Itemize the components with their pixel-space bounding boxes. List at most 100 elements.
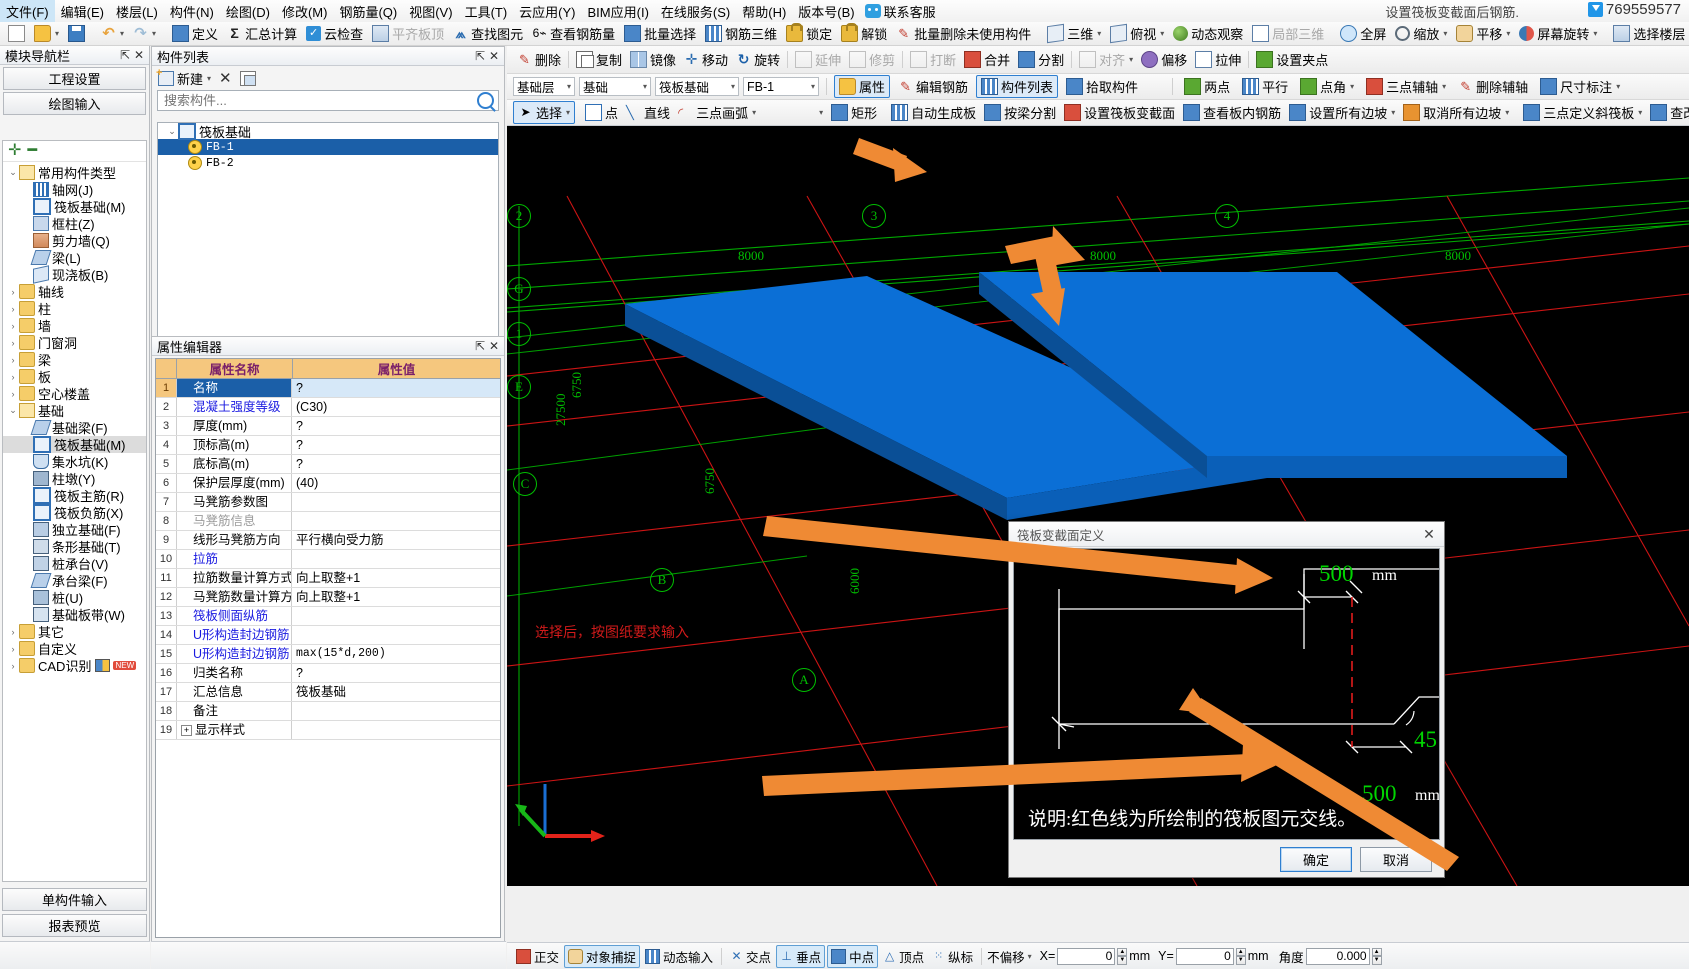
select-floor-button[interactable]: 选择楼层 [1609, 23, 1689, 44]
chevron-right-icon[interactable]: › [7, 644, 19, 654]
nav-tree-item[interactable]: › 其它 [3, 623, 146, 640]
property-row[interactable]: 10 拉筋 [156, 550, 500, 569]
nav-tree-item[interactable]: › 墙 [3, 317, 146, 334]
chevron-down-icon[interactable]: ⌄ [166, 126, 178, 137]
property-row[interactable]: 15 U形构造封边钢筋 max(15*d,200) [156, 645, 500, 664]
redo-button[interactable]: ↷ ▾ [129, 25, 160, 42]
batch-delete-unused-button[interactable]: ✎ 批量删除未使用构件 [892, 23, 1035, 44]
nav-tree-item[interactable]: › CAD识别 NEW [3, 657, 146, 674]
trim-button[interactable]: 修剪 [845, 49, 899, 70]
break-button[interactable]: 打断 [906, 49, 960, 70]
merge-button[interactable]: 合并 [960, 49, 1014, 70]
property-value-cell[interactable] [292, 607, 500, 625]
property-value-cell[interactable]: (40) [292, 474, 500, 492]
cloud-check-button[interactable]: ✓ 云检查 [302, 23, 367, 44]
arc-tool-button[interactable]: ◜ 三点画弧 ▾ [674, 102, 760, 123]
unlock-button[interactable]: 解锁 [837, 23, 891, 44]
chevron-down-icon[interactable]: ⌄ [7, 405, 19, 416]
property-value-cell[interactable] [292, 721, 500, 739]
nav-tree-item[interactable]: 柱墩(Y) [3, 470, 146, 487]
batch-select-button[interactable]: 批量选择 [620, 23, 700, 44]
nav-button-single-component-input[interactable]: 单构件输入 [2, 888, 147, 911]
pan-button[interactable]: 平移 ▾ [1452, 23, 1514, 44]
rectangle-tool-button[interactable]: 矩形 [827, 102, 881, 123]
property-row[interactable]: 11 拉筋数量计算方式 向上取整+1 [156, 569, 500, 588]
category-select[interactable]: 基础 ▾ [579, 77, 651, 96]
set-grip-button[interactable]: 设置夹点 [1252, 49, 1332, 70]
three-point-axis-button[interactable]: 三点辅轴 ▾ [1362, 76, 1450, 97]
property-row[interactable]: 13 筏板侧面纵筋 [156, 607, 500, 626]
screen-rotate-button[interactable]: 屏幕旋转 ▾ [1515, 23, 1601, 44]
nav-tree-item[interactable]: 桩(U) [3, 589, 146, 606]
save-file-button[interactable] [64, 24, 89, 43]
local-3d-button[interactable]: 局部三维 [1248, 23, 1328, 44]
nav-tree-item[interactable]: 桩承台(V) [3, 555, 146, 572]
menu-item-file[interactable]: 文件(F) [0, 0, 55, 23]
mirror-button[interactable]: 镜像 [626, 49, 680, 70]
menu-item-component[interactable]: 构件(N) [164, 0, 220, 23]
menu-item-modify[interactable]: 修改(M) [276, 0, 334, 23]
property-value-cell[interactable] [292, 512, 500, 530]
property-row[interactable]: 18 备注 [156, 702, 500, 721]
property-value-cell[interactable]: ? [292, 455, 500, 473]
status-perpendicular[interactable]: ⊥ 垂点 [776, 944, 826, 968]
property-row[interactable]: 7 马凳筋参数图 [156, 493, 500, 512]
ok-button[interactable]: 确定 [1280, 847, 1352, 872]
offset-button[interactable]: 偏移 [1137, 49, 1191, 70]
auto-slab-button[interactable]: 自动生成板 [887, 102, 980, 123]
property-value-cell[interactable]: ? [292, 664, 500, 682]
component-tree-item[interactable]: FB-2 [158, 155, 498, 171]
nav-button-draw-input[interactable]: 绘图输入 [3, 92, 146, 115]
menu-item-view[interactable]: 视图(V) [403, 0, 458, 23]
nav-tree-item[interactable]: 剪力墙(Q) [3, 232, 146, 249]
nav-tree-item[interactable]: › 自定义 [3, 640, 146, 657]
search-icon[interactable] [477, 92, 494, 109]
menu-item-edit[interactable]: 编辑(E) [55, 0, 110, 23]
nav-tree-item[interactable]: 梁(L) [3, 249, 146, 266]
component-tree-item[interactable]: FB-1 [158, 139, 498, 155]
split-by-beam-button[interactable]: 按梁分割 [980, 102, 1060, 123]
rebar-3d-button[interactable]: 钢筋三维 [701, 23, 781, 44]
chevron-right-icon[interactable]: › [7, 389, 19, 399]
nav-tree-item[interactable]: 集水坑(K) [3, 453, 146, 470]
nav-tree-item[interactable]: 现浇板(B) [3, 265, 146, 284]
nav-tree-item[interactable]: › 柱 [3, 300, 146, 317]
x-spinner[interactable]: ▲ ▼ [1117, 947, 1128, 965]
status-dynamic-input[interactable]: 动态输入 [642, 946, 716, 967]
x-input[interactable] [1057, 947, 1116, 965]
chevron-right-icon[interactable]: › [7, 287, 19, 297]
copy-button[interactable]: 复制 [572, 49, 626, 70]
new-file-button[interactable] [4, 24, 29, 43]
property-row[interactable]: 5 底标高(m)? [156, 455, 500, 474]
copy-component-icon[interactable] [239, 70, 256, 86]
zoom-button[interactable]: 缩放 ▾ [1391, 23, 1451, 44]
point-tool-button[interactable]: 点 [581, 102, 622, 123]
point-angle-axis-button[interactable]: 点角 ▾ [1296, 76, 1358, 97]
menu-item-help[interactable]: 帮助(H) [736, 0, 792, 23]
property-row[interactable]: 8 马凳筋信息 [156, 512, 500, 531]
delete-component-icon[interactable]: ✕ [219, 69, 232, 87]
nav-tree-item[interactable]: ⌄ 基础 [3, 402, 146, 419]
align-slab-top-button[interactable]: 平齐板顶 [368, 23, 448, 44]
open-file-button[interactable]: ▾ [30, 24, 63, 43]
nav-tree-item[interactable]: 独立基础(F) [3, 521, 146, 538]
property-value-cell[interactable] [292, 550, 500, 568]
undo-button[interactable]: ↶ ▾ [97, 25, 128, 42]
chevron-right-icon[interactable]: › [7, 355, 19, 365]
three-point-slope-raft-button[interactable]: 三点定义斜筏板 ▾ [1519, 102, 1646, 123]
expand-all-icon[interactable]: ✛ [8, 143, 21, 159]
status-midpoint[interactable]: 中点 [827, 944, 879, 968]
expand-icon[interactable]: + [181, 725, 192, 737]
define-button[interactable]: 定义 [168, 23, 222, 44]
property-row[interactable]: 19 + 显示样式 [156, 721, 500, 740]
new-component-button[interactable]: 新建 ▾ [156, 67, 211, 88]
property-value-cell[interactable] [292, 626, 500, 644]
property-row[interactable]: 4 顶标高(m)? [156, 436, 500, 455]
delete-axis-button[interactable]: ✎ 删除辅轴 [1454, 76, 1532, 97]
property-value-cell[interactable]: max(15*d,200) [292, 645, 500, 663]
move-button[interactable]: ✛ 移动 [680, 49, 732, 70]
component-type-select[interactable]: 筏板基础 ▾ [655, 77, 739, 96]
contact-service-button[interactable]: 联系客服 [864, 2, 936, 21]
menu-item-floor[interactable]: 楼层(L) [110, 0, 164, 23]
menu-item-version[interactable]: 版本号(B) [792, 0, 860, 23]
